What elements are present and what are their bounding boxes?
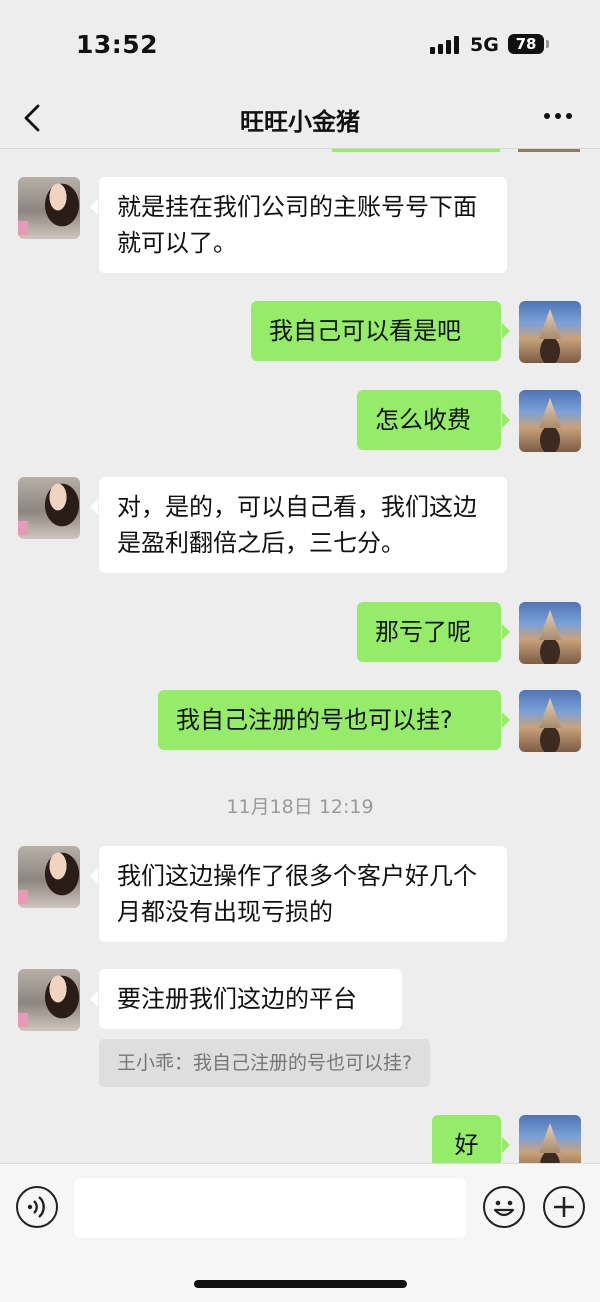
message-bubble-outgoing[interactable]: 那亏了呢 — [357, 602, 510, 662]
message-bubble-outgoing[interactable]: 我自己注册的号也可以挂? — [158, 690, 510, 750]
battery-icon: 78 — [508, 34, 544, 54]
message-bubble-incoming[interactable]: 对，是的，可以自己看，我们这边是盈利翻倍之后，三七分。 — [90, 477, 507, 573]
input-bar — [0, 1163, 600, 1302]
status-bar: 13:52 5G 78 — [0, 0, 600, 90]
message-input[interactable] — [74, 1178, 466, 1238]
voice-icon[interactable] — [16, 1186, 58, 1228]
message-bubble-incoming[interactable]: 就是挂在我们公司的主账号号下面就可以了。 — [90, 177, 507, 273]
emoji-icon[interactable] — [483, 1186, 525, 1228]
message-bubble-incoming[interactable]: 我们这边操作了很多个客户好几个月都没有出现亏损的 — [90, 846, 507, 942]
plus-icon[interactable] — [543, 1186, 585, 1228]
status-time: 13:52 — [76, 30, 159, 59]
contact-avatar[interactable] — [18, 477, 80, 539]
nav-bar: 旺旺小金猪 — [0, 90, 600, 149]
message-bubble-outgoing[interactable]: 我自己可以看是吧 — [251, 301, 510, 361]
network-label: 5G — [470, 34, 499, 56]
chat-title: 旺旺小金猪 — [240, 108, 360, 136]
more-dots-icon[interactable] — [538, 100, 578, 130]
battery-tip — [546, 40, 549, 48]
self-avatar[interactable] — [519, 602, 581, 664]
message-bubble-outgoing[interactable]: 好 — [432, 1115, 510, 1163]
message-bubble-outgoing[interactable]: 怎么收费 — [357, 390, 510, 450]
partial-bubble — [332, 149, 500, 152]
quoted-reply[interactable]: 王小乖：我自己注册的号也可以挂? — [99, 1039, 431, 1087]
contact-avatar[interactable] — [18, 177, 80, 239]
contact-avatar[interactable] — [18, 846, 80, 908]
message-bubble-incoming[interactable]: 要注册我们这边的平台 — [90, 969, 402, 1029]
home-indicator — [194, 1280, 407, 1288]
partial-avatar — [518, 149, 580, 152]
chat-area[interactable]: 就是挂在我们公司的主账号号下面就可以了。 我自己可以看是吧 怎么收费 对，是的，… — [0, 149, 600, 1163]
self-avatar[interactable] — [519, 1115, 581, 1163]
chat-timestamp: 11月18日 12:19 — [226, 796, 374, 818]
self-avatar[interactable] — [519, 690, 581, 752]
self-avatar[interactable] — [519, 390, 581, 452]
signal-icon — [430, 36, 462, 54]
self-avatar[interactable] — [519, 301, 581, 363]
contact-avatar[interactable] — [18, 969, 80, 1031]
